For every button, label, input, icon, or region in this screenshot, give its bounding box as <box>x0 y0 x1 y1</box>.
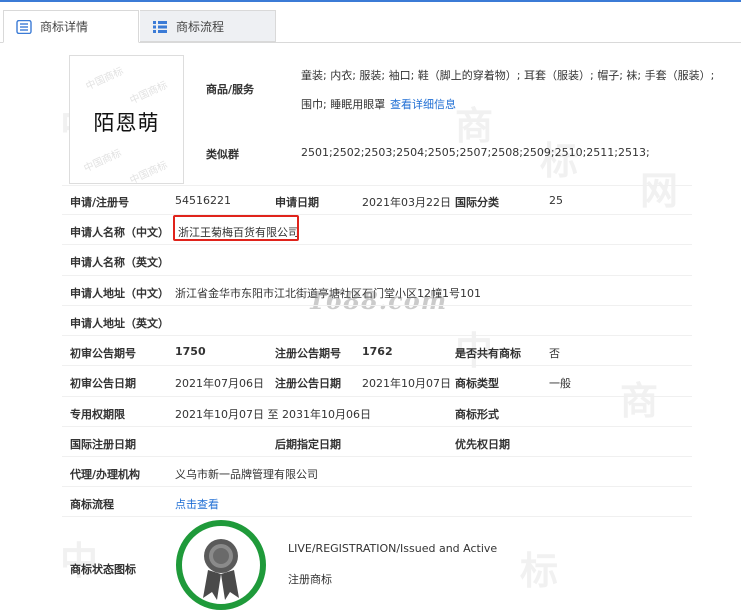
goods-line1: 童装; 内衣; 服装; 袖口; 鞋（脚上的穿着物）; 耳套（服装）; 帽子; 袜… <box>301 69 715 82</box>
highlight-box <box>173 215 299 241</box>
status-cn: 注册商标 <box>288 573 332 586</box>
row-divider <box>62 516 692 517</box>
intl-class-value: 25 <box>549 194 563 207</box>
shared-label: 是否共有商标 <box>455 347 521 360</box>
trademark-mark-text: 陌恩萌 <box>93 111 160 135</box>
reg-pub-no-label: 注册公告期号 <box>275 347 341 360</box>
reg-pub-date-label: 注册公告日期 <box>275 377 341 390</box>
intl-reg-date-label: 国际注册日期 <box>70 438 136 451</box>
apply-date-label: 申请日期 <box>275 196 319 209</box>
group-label: 类似群 <box>206 148 239 161</box>
trademark-image: 中国商标 中国商标 中国商标 中国商标 陌恩萌 <box>69 55 184 187</box>
exclusive-label: 专用权期限 <box>70 408 125 421</box>
background-watermark: 商 <box>455 104 494 148</box>
status-badge <box>176 520 266 610</box>
later-date-label: 后期指定日期 <box>275 438 341 451</box>
row-divider <box>62 365 692 366</box>
row-divider <box>62 486 692 487</box>
applicant-en-label: 申请人名称（英文） <box>70 256 169 269</box>
prelim-no-value: 1750 <box>175 345 206 358</box>
tab-label: 商标详情 <box>40 20 89 34</box>
exclusive-value: 2021年10月07日 至 2031年10月06日 <box>175 408 371 421</box>
reg-no-value: 54516221 <box>175 194 231 207</box>
1688-watermark: 1688.com <box>308 286 448 315</box>
shared-value: 否 <box>549 347 560 360</box>
row-divider <box>62 185 692 186</box>
goods-more-link[interactable]: 查看详细信息 <box>390 96 456 112</box>
agent-value: 义乌市新一品牌管理有限公司 <box>175 468 318 481</box>
prelim-date-label: 初审公告日期 <box>70 377 136 390</box>
priority-label: 优先权日期 <box>455 438 510 451</box>
background-watermark: 商 <box>620 379 659 423</box>
address-en-label: 申请人地址（英文） <box>70 317 169 330</box>
award-ribbon-icon <box>203 539 239 600</box>
tab-label: 商标流程 <box>176 19 225 34</box>
image-watermark: 中国商标 <box>128 79 170 107</box>
row-divider <box>62 244 692 245</box>
status-label: 商标状态图标 <box>70 563 136 576</box>
address-cn-label: 申请人地址（中文） <box>70 287 169 300</box>
flow-link[interactable]: 点击查看 <box>175 496 219 512</box>
list-icon <box>153 21 167 33</box>
intl-class-label: 国际分类 <box>455 196 499 209</box>
flow-label: 商标流程 <box>70 498 114 511</box>
reg-pub-date-value: 2021年10月07日 <box>362 377 451 390</box>
background-watermark: 网 <box>640 169 679 213</box>
tab-bar: 商标详情 商标流程 <box>0 2 741 43</box>
image-watermark: 中国商标 <box>128 159 170 187</box>
row-divider <box>62 456 692 457</box>
document-icon <box>16 20 32 34</box>
tm-type-label: 商标类型 <box>455 377 499 390</box>
prelim-date-value: 2021年07月06日 <box>175 377 264 390</box>
image-watermark: 中国商标 <box>82 147 124 175</box>
reg-pub-no-value: 1762 <box>362 345 393 358</box>
applicant-cn-label: 申请人名称（中文） <box>70 226 169 239</box>
tab-trademark-details[interactable]: 商标详情 <box>3 10 139 43</box>
goods-label: 商品/服务 <box>206 83 255 96</box>
row-divider <box>62 396 692 397</box>
tab-trademark-flow[interactable]: 商标流程 <box>140 10 276 42</box>
image-watermark: 中国商标 <box>84 65 126 93</box>
background-watermark: 标 <box>520 549 559 593</box>
row-divider <box>62 214 692 215</box>
row-divider <box>62 426 692 427</box>
status-en: LIVE/REGISTRATION/Issued and Active <box>288 542 498 555</box>
agent-label: 代理/办理机构 <box>70 468 141 481</box>
row-divider <box>62 275 692 276</box>
goods-line2: 围巾; 睡眠用眼罩 <box>301 98 386 111</box>
reg-no-label: 申请/注册号 <box>70 196 130 209</box>
tm-type-value: 一般 <box>549 377 571 390</box>
apply-date-value: 2021年03月22日 <box>362 196 451 209</box>
row-divider <box>62 335 692 336</box>
group-value: 2501;2502;2503;2504;2505;2507;2508;2509;… <box>301 146 650 159</box>
prelim-no-label: 初审公告期号 <box>70 347 136 360</box>
row-divider <box>62 305 692 306</box>
tm-form-label: 商标形式 <box>455 408 499 421</box>
